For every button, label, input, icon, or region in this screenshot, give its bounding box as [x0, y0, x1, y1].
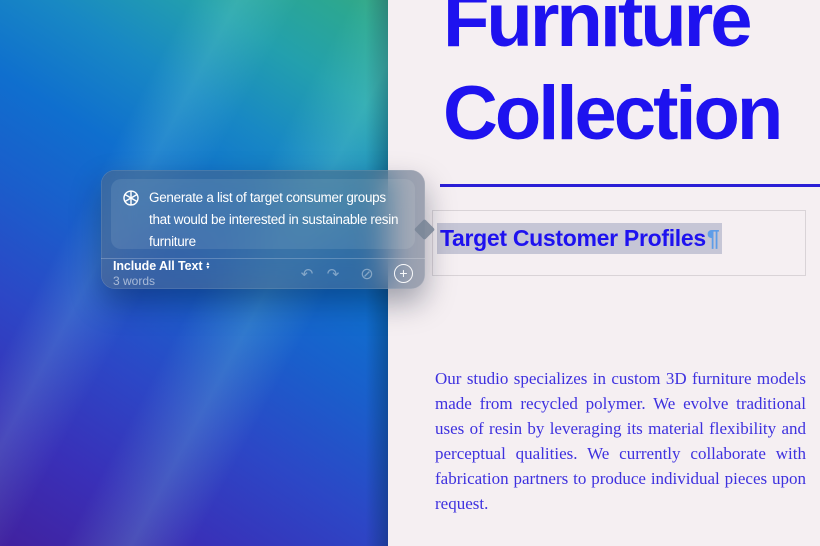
- retry-icon[interactable]: ⊘: [356, 264, 378, 283]
- document-page: FurnitureCollection Target Customer Prof…: [388, 0, 820, 546]
- selected-text[interactable]: Target Customer Profiles: [437, 223, 707, 254]
- chevron-up-down-icon: ▴▾: [206, 262, 209, 271]
- page-title[interactable]: FurnitureCollection: [443, 0, 820, 160]
- page-title-line-1: Furniture: [443, 0, 820, 67]
- action-buttons: ↶ ↷ ⊘ +: [296, 264, 413, 283]
- body-paragraph[interactable]: Our studio specializes in custom 3D furn…: [435, 366, 806, 516]
- add-icon[interactable]: +: [394, 264, 413, 283]
- redo-icon[interactable]: ↷: [322, 265, 344, 283]
- ai-assistant-popup[interactable]: Generate a list of target consumer group…: [101, 170, 425, 289]
- prompt-text: Generate a list of target consumer group…: [149, 187, 404, 253]
- popup-footer: Include All Text ▴▾ 3 words ↶ ↷ ⊘ +: [113, 262, 413, 285]
- scope-label[interactable]: Include All Text: [113, 259, 202, 273]
- prompt-bubble[interactable]: Generate a list of target consumer group…: [111, 179, 415, 249]
- openai-logo-icon: [122, 189, 140, 207]
- scope-selector[interactable]: Include All Text ▴▾ 3 words: [113, 259, 209, 288]
- page-title-line-2: Collection: [443, 67, 820, 160]
- section-heading[interactable]: Target Customer Profiles¶: [437, 222, 722, 255]
- section-divider: [440, 184, 820, 187]
- heading-text-frame[interactable]: Target Customer Profiles¶: [432, 210, 806, 276]
- word-count: 3 words: [113, 274, 209, 288]
- undo-icon[interactable]: ↶: [296, 265, 318, 283]
- pilcrow-mark: ¶: [707, 223, 723, 254]
